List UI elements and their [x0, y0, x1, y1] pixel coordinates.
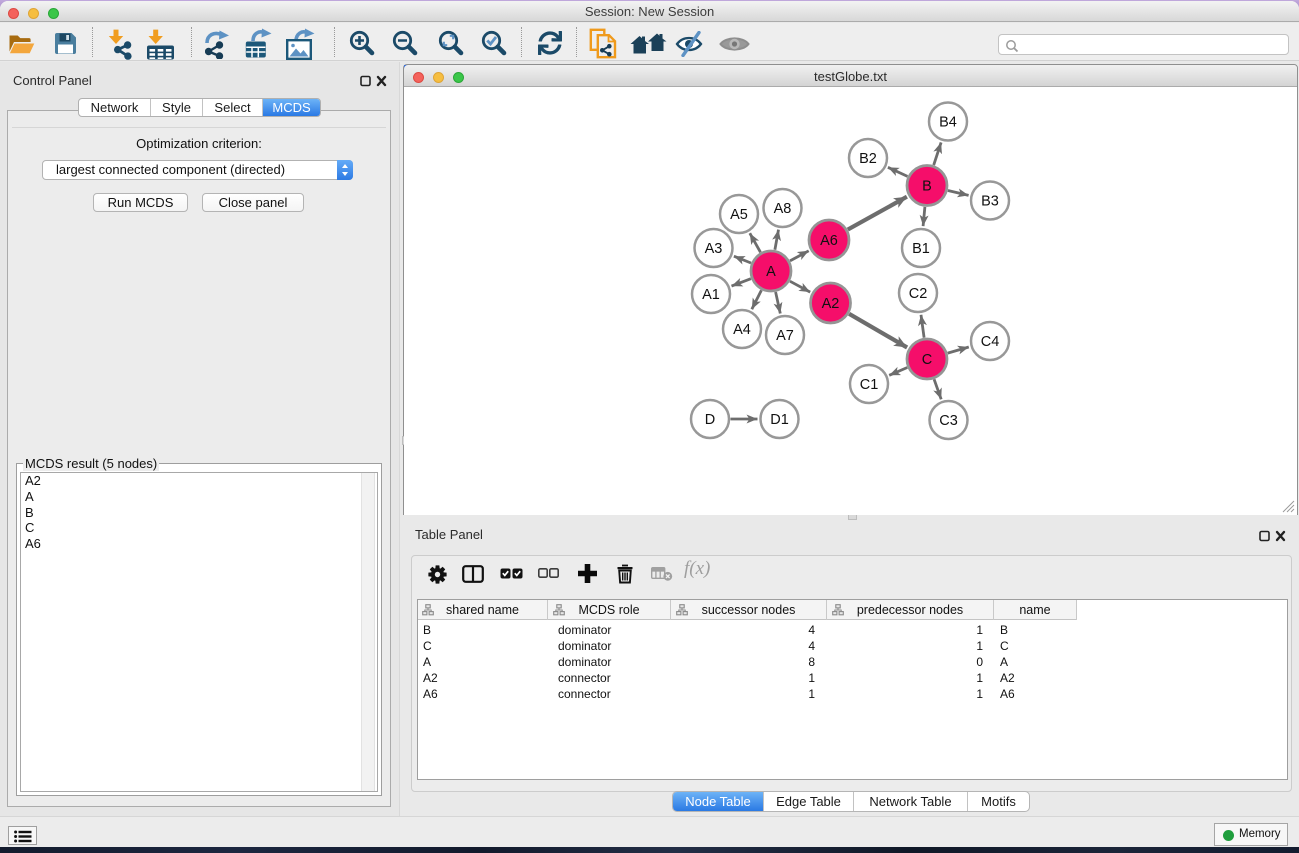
- svg-text:B3: B3: [981, 194, 999, 210]
- svg-text:D1: D1: [770, 412, 789, 428]
- svg-text:A3: A3: [705, 241, 723, 257]
- svg-text:C2: C2: [909, 286, 928, 302]
- svg-text:B2: B2: [859, 151, 877, 167]
- svg-text:B: B: [922, 179, 932, 195]
- svg-text:A1: A1: [702, 287, 720, 303]
- svg-text:A5: A5: [730, 207, 748, 223]
- svg-text:C: C: [922, 352, 932, 368]
- svg-text:C4: C4: [981, 334, 1000, 350]
- svg-text:C3: C3: [939, 413, 958, 429]
- svg-text:B1: B1: [912, 241, 930, 257]
- svg-text:C1: C1: [860, 377, 879, 393]
- svg-text:A8: A8: [774, 201, 792, 217]
- svg-text:B4: B4: [939, 115, 957, 131]
- svg-text:A: A: [766, 264, 776, 280]
- svg-text:A6: A6: [820, 233, 838, 249]
- svg-text:A4: A4: [733, 322, 751, 338]
- svg-text:A2: A2: [822, 296, 840, 312]
- svg-text:D: D: [705, 412, 715, 428]
- svg-text:A7: A7: [776, 328, 794, 344]
